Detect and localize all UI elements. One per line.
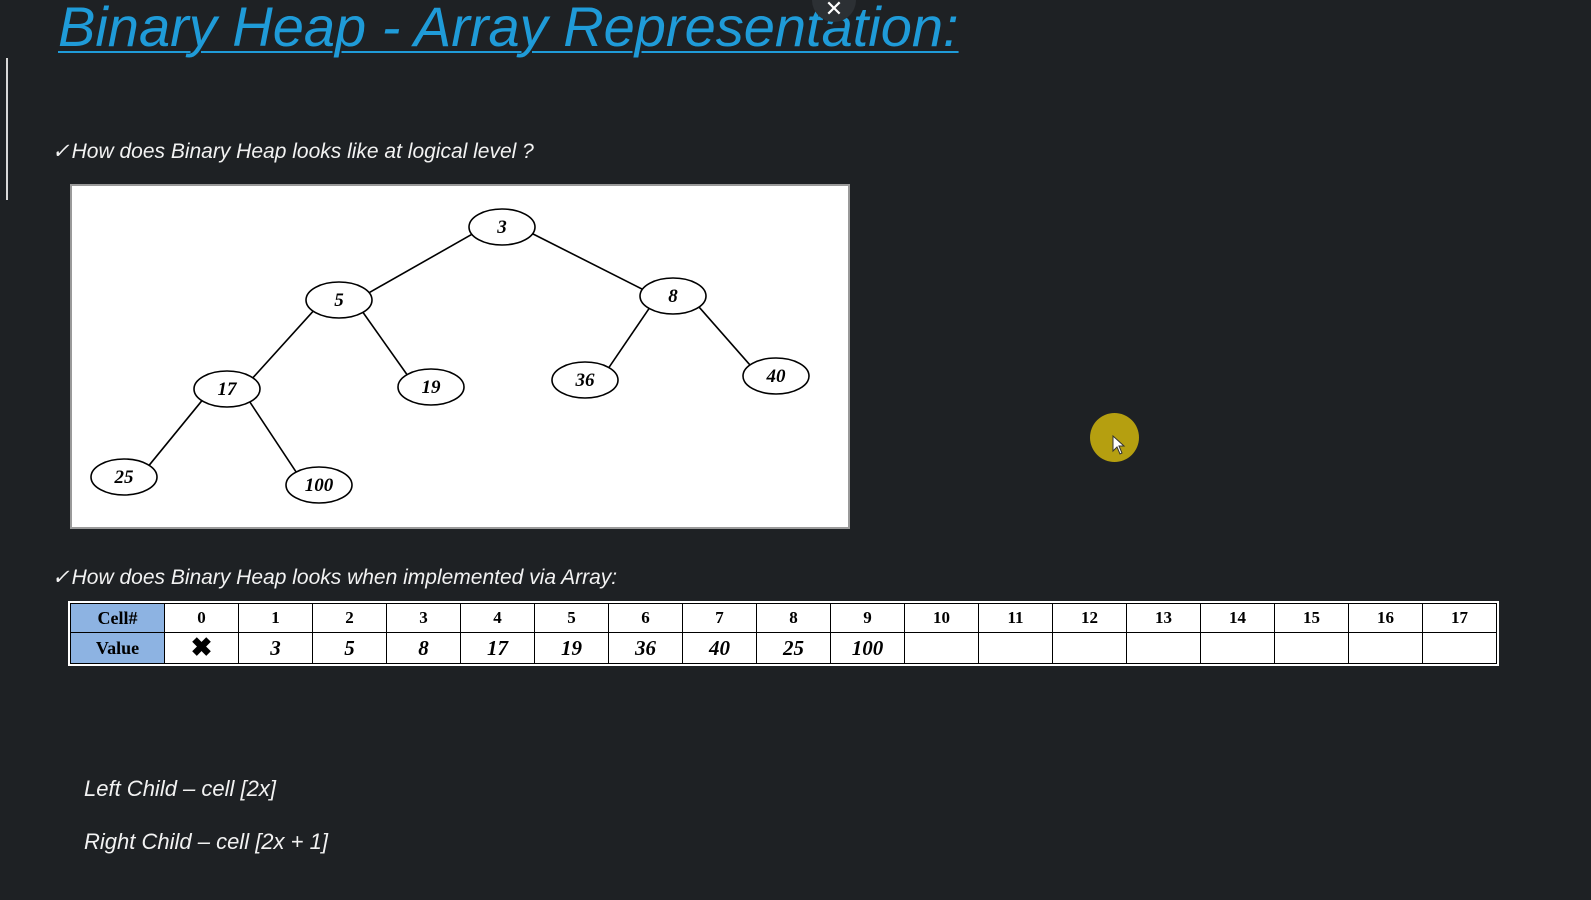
tree-node: 25 bbox=[90, 458, 158, 496]
cell-index: 10 bbox=[904, 603, 979, 633]
right-child-formula: Right Child – cell [2x + 1] bbox=[84, 829, 328, 854]
tree-node-label: 8 bbox=[668, 286, 678, 307]
cell-value bbox=[1274, 632, 1349, 664]
cell-index: 3 bbox=[386, 603, 461, 633]
checkmark-icon: ✓ bbox=[52, 140, 70, 163]
question-array-text: How does Binary Heap looks when implemen… bbox=[71, 566, 618, 589]
cell-value bbox=[1052, 632, 1127, 664]
cell-value: 100 bbox=[830, 632, 905, 664]
cell-index: 2 bbox=[312, 603, 387, 633]
cell-value bbox=[978, 632, 1053, 664]
tree-edge bbox=[532, 233, 643, 290]
heap-tree-diagram: 3 5 8 17 19 36 40 25 100 bbox=[70, 184, 850, 529]
cell-index: 7 bbox=[682, 603, 757, 633]
question-logical-text: How does Binary Heap looks like at logic… bbox=[71, 140, 534, 163]
cell-value: 25 bbox=[756, 632, 831, 664]
tree-edge bbox=[249, 401, 297, 473]
tree-node-label: 17 bbox=[218, 379, 239, 400]
close-glyph: ✕ bbox=[824, 0, 844, 21]
cell-index: 8 bbox=[756, 603, 831, 633]
cell-value: 36 bbox=[608, 632, 683, 664]
tree-node: 40 bbox=[742, 357, 810, 395]
cell-index: 4 bbox=[460, 603, 535, 633]
cell-value: 17 bbox=[460, 632, 535, 664]
tree-node: 19 bbox=[397, 368, 465, 406]
cell-index: 0 bbox=[164, 603, 239, 633]
cell-index-row: Cell# 0 1 2 3 4 5 6 7 8 9 10 11 12 13 14 15 16 17 bbox=[70, 603, 1497, 633]
left-edge-bar bbox=[6, 58, 8, 200]
tree-node-label: 3 bbox=[496, 217, 507, 238]
cell-value bbox=[904, 632, 979, 664]
value-header: Value bbox=[70, 632, 165, 664]
question-array-impl: ✓How does Binary Heap looks when impleme… bbox=[52, 565, 617, 590]
cursor-highlight bbox=[1090, 413, 1139, 462]
tree-edge bbox=[362, 311, 408, 376]
unused-cell-x-icon: ✖ bbox=[164, 632, 239, 664]
pointer-arrow-icon bbox=[1112, 435, 1126, 455]
cell-value bbox=[1422, 632, 1497, 664]
cell-index: 17 bbox=[1422, 603, 1497, 633]
tree-edge bbox=[148, 400, 203, 466]
tree-node: 5 bbox=[305, 281, 373, 319]
tree-node: 100 bbox=[285, 466, 353, 504]
tree-edge bbox=[252, 310, 314, 379]
cell-value: 3 bbox=[238, 632, 313, 664]
tree-node-label: 25 bbox=[114, 467, 135, 488]
tree-edge bbox=[608, 307, 650, 369]
tree-node-label: 5 bbox=[334, 290, 344, 311]
tree-edge bbox=[368, 233, 473, 294]
tree-edge bbox=[698, 306, 751, 366]
heap-tree-svg: 3 5 8 17 19 36 40 25 100 bbox=[90, 208, 810, 504]
cell-index: 11 bbox=[978, 603, 1053, 633]
cell-header: Cell# bbox=[70, 603, 165, 633]
cell-index: 6 bbox=[608, 603, 683, 633]
cell-value: 8 bbox=[386, 632, 461, 664]
tree-node: 17 bbox=[193, 370, 261, 408]
cell-value bbox=[1200, 632, 1275, 664]
tree-node: 3 bbox=[468, 208, 536, 246]
tree-node-label: 36 bbox=[575, 370, 596, 391]
cell-index: 9 bbox=[830, 603, 905, 633]
array-table: Cell# 0 1 2 3 4 5 6 7 8 9 10 11 12 13 14 15 16 17 Value ✖… bbox=[70, 603, 1497, 664]
cell-value bbox=[1126, 632, 1201, 664]
tree-node-label: 40 bbox=[766, 366, 787, 387]
cell-value: 40 bbox=[682, 632, 757, 664]
cell-index: 5 bbox=[534, 603, 609, 633]
tree-node: 36 bbox=[551, 361, 619, 399]
tree-node-label: 100 bbox=[305, 475, 334, 496]
cell-index: 12 bbox=[1052, 603, 1127, 633]
cell-index: 16 bbox=[1348, 603, 1423, 633]
cell-index: 14 bbox=[1200, 603, 1275, 633]
checkmark-icon: ✓ bbox=[52, 566, 70, 589]
heap-array-table: Cell# 0 1 2 3 4 5 6 7 8 9 10 11 12 13 14 15 16 17 Value ✖… bbox=[68, 601, 1499, 666]
cell-index: 15 bbox=[1274, 603, 1349, 633]
left-child-formula: Left Child – cell [2x] bbox=[84, 776, 276, 801]
tree-node-label: 19 bbox=[422, 377, 442, 398]
cell-index: 1 bbox=[238, 603, 313, 633]
value-row: Value ✖ 3 5 8 17 19 36 40 25 100 bbox=[70, 632, 1497, 664]
cell-index: 13 bbox=[1126, 603, 1201, 633]
question-logical-level: ✓How does Binary Heap looks like at logi… bbox=[52, 139, 534, 164]
tree-node: 8 bbox=[639, 277, 707, 315]
cell-value bbox=[1348, 632, 1423, 664]
cell-value: 5 bbox=[312, 632, 387, 664]
cell-value: 19 bbox=[534, 632, 609, 664]
